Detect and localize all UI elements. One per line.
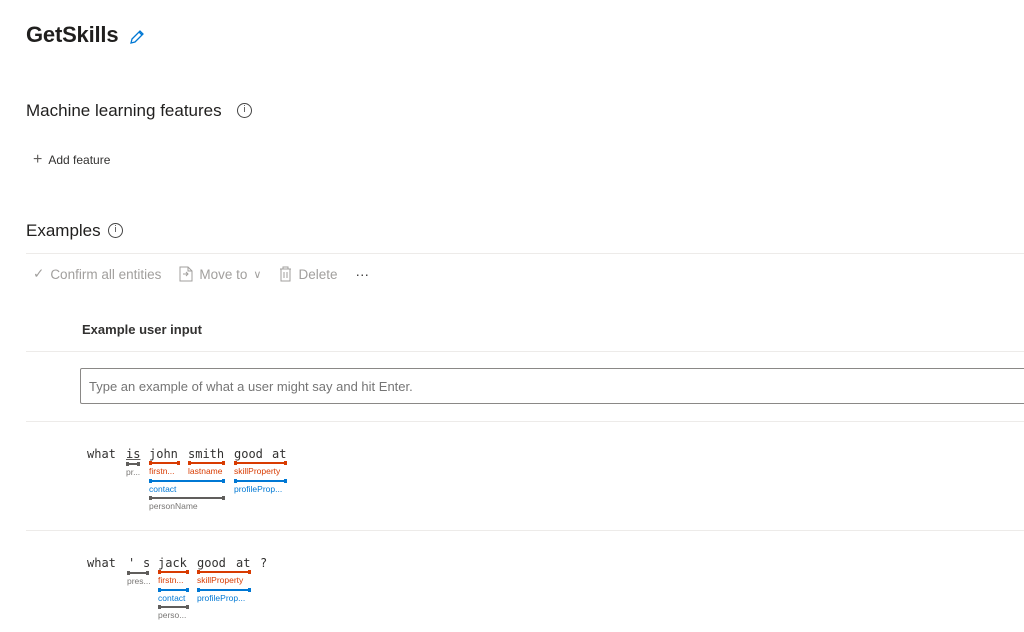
- entity-bar-firstname[interactable]: [158, 570, 189, 574]
- features-heading: Machine learning features: [26, 101, 222, 120]
- example-input[interactable]: [80, 368, 1024, 404]
- move-label: Move to: [199, 266, 248, 282]
- token[interactable]: at: [272, 447, 286, 461]
- add-feature-label: Add feature: [48, 153, 111, 167]
- entity-label-personname[interactable]: perso...: [158, 610, 186, 620]
- confirm-all-entities-button[interactable]: ✓ Confirm all entities: [33, 266, 161, 282]
- entity-label-skillproperty[interactable]: skillProperty: [197, 575, 243, 585]
- token[interactable]: smith: [188, 447, 224, 461]
- entity-label-firstname[interactable]: firstn...: [158, 575, 184, 585]
- move-document-icon: [179, 266, 193, 282]
- examples-heading: Examples: [26, 221, 101, 240]
- entity-label-lastname[interactable]: lastname: [188, 466, 223, 476]
- info-icon[interactable]: i: [237, 103, 252, 118]
- entity-bar-personname[interactable]: [149, 496, 225, 500]
- plus-icon: +: [33, 151, 43, 168]
- token[interactable]: good: [234, 447, 263, 461]
- example-row[interactable]: what ' s jack good at ? pres... firstn..…: [0, 531, 1024, 632]
- token[interactable]: john: [149, 447, 178, 461]
- token: what: [87, 556, 116, 570]
- entity-bar-contact[interactable]: [149, 479, 225, 483]
- more-icon: ···: [355, 266, 369, 282]
- more-options-button[interactable]: ···: [355, 267, 369, 282]
- entity-bar-prebuilt[interactable]: [126, 462, 140, 466]
- entity-label-firstname[interactable]: firstn...: [149, 466, 175, 476]
- entity-bar-lastname[interactable]: [188, 461, 225, 465]
- token[interactable]: at: [236, 556, 250, 570]
- page-title: GetSkills: [26, 22, 119, 47]
- examples-toolbar: ✓ Confirm all entities Move to ∨ Delete …: [33, 266, 387, 282]
- add-feature-button[interactable]: + Add feature: [33, 151, 110, 169]
- trash-icon: [280, 266, 292, 282]
- entity-bar-skillproperty[interactable]: [234, 461, 287, 465]
- entity-label-prebuilt[interactable]: pres...: [127, 576, 151, 586]
- info-icon[interactable]: i: [108, 223, 123, 238]
- confirm-label: Confirm all entities: [50, 266, 162, 282]
- entity-bar-skillproperty[interactable]: [197, 570, 251, 574]
- entity-bar-personname[interactable]: [158, 605, 189, 609]
- move-to-button[interactable]: Move to ∨: [179, 266, 261, 282]
- entity-bar-contact[interactable]: [158, 588, 189, 592]
- token: what: [87, 447, 116, 461]
- delete-label: Delete: [298, 266, 338, 282]
- entity-bar-profileproperty[interactable]: [197, 588, 251, 592]
- entity-label-skillproperty[interactable]: skillProperty: [234, 466, 280, 476]
- edit-pencil-icon[interactable]: [128, 28, 146, 46]
- entity-label-profileproperty[interactable]: profileProp...: [197, 593, 245, 603]
- checkmark-icon: ✓: [33, 266, 45, 281]
- token[interactable]: is: [126, 447, 140, 461]
- divider: [26, 351, 1024, 352]
- token[interactable]: good: [197, 556, 226, 570]
- chevron-down-icon: ∨: [253, 268, 262, 281]
- token[interactable]: ': [128, 556, 135, 570]
- token[interactable]: s: [143, 556, 150, 570]
- delete-button[interactable]: Delete: [279, 266, 337, 282]
- entity-label-profileproperty[interactable]: profileProp...: [234, 484, 282, 494]
- entity-bar-prebuilt[interactable]: [127, 571, 149, 575]
- entity-label-contact[interactable]: contact: [149, 484, 176, 494]
- token[interactable]: jack: [158, 556, 187, 570]
- entity-label-personname[interactable]: personName: [149, 501, 198, 511]
- token: ?: [260, 556, 268, 570]
- column-header-example-user-input[interactable]: Example user input: [82, 322, 202, 337]
- example-row[interactable]: what is john smith good at pr... firstn.…: [0, 422, 1024, 530]
- entity-bar-profileproperty[interactable]: [234, 479, 287, 483]
- entity-bar-firstname[interactable]: [149, 461, 180, 465]
- entity-label-contact[interactable]: contact: [158, 593, 185, 603]
- entity-label-prebuilt[interactable]: pr...: [126, 467, 140, 477]
- divider: [26, 253, 1024, 254]
